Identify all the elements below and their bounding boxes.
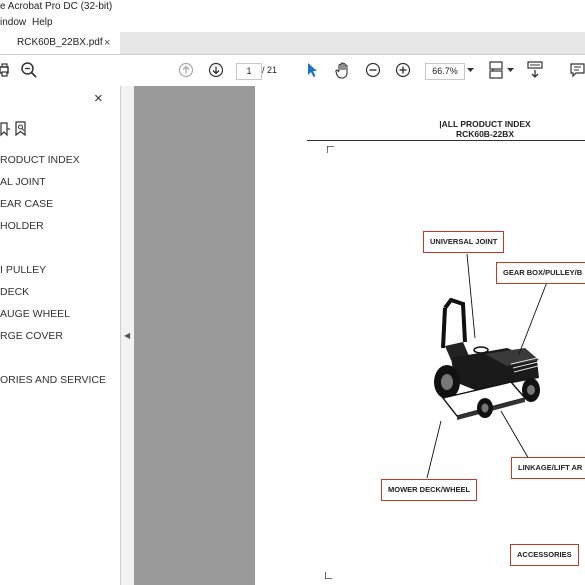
page-number-input[interactable]: 1 [236, 63, 262, 80]
bookmark-pulley[interactable]: I PULLEY [0, 264, 46, 276]
pdf-page: |ALL PRODUCT INDEX RCK60B-22BX UNIVERSAL… [255, 86, 585, 585]
previous-page-icon[interactable] [177, 61, 195, 79]
menu-bar: indow Help [0, 14, 585, 32]
menu-help[interactable]: Help [32, 14, 53, 32]
bookmark-holder[interactable]: HOLDER [0, 220, 44, 232]
window-title: e Acrobat Pro DC (32-bit) [0, 1, 113, 12]
bookmark-find-icon[interactable] [14, 121, 30, 137]
callout-universal-joint[interactable]: UNIVERSAL JOINT [423, 231, 505, 253]
document-viewer[interactable]: |ALL PRODUCT INDEX RCK60B-22BX UNIVERSAL… [134, 86, 585, 585]
panel-close-icon[interactable]: × [94, 90, 103, 108]
page-layout-icon[interactable] [487, 61, 505, 79]
bookmark-options-icon[interactable] [0, 121, 10, 137]
zoom-search-icon[interactable] [20, 61, 38, 79]
print-icon[interactable] [0, 61, 10, 79]
zoom-in-icon[interactable] [394, 61, 412, 79]
callout-accessories[interactable]: ACCESSORIES [510, 544, 579, 566]
bookmark-gear-case[interactable]: EAR CASE [0, 198, 53, 210]
select-cursor-icon[interactable] [305, 61, 319, 79]
bookmark-product-index[interactable]: RODUCT INDEX [0, 154, 80, 166]
bookmark-universal-joint[interactable]: AL JOINT [0, 176, 46, 188]
comment-icon[interactable] [570, 61, 585, 79]
bookmark-deck[interactable]: DECK [0, 286, 29, 298]
zoom-level-input[interactable]: 66.7% [425, 63, 465, 80]
bookmark-discharge-cover[interactable]: RGE COVER [0, 330, 63, 342]
callout-mower-deck[interactable]: MOWER DECK/WHEEL [381, 479, 478, 501]
bookmark-gauge-wheel[interactable]: AUGE WHEEL [0, 308, 70, 320]
tab-bar: RCK60B_22BX.pdf × [0, 32, 585, 55]
callout-gear-box[interactable]: GEAR BOX/PULLEY/B [496, 262, 585, 284]
hand-tool-icon[interactable] [334, 61, 352, 79]
page-total: / 21 [262, 65, 278, 75]
zoom-out-icon[interactable] [364, 61, 382, 79]
toolbar: 1 / 21 66.7% [0, 55, 585, 87]
scroll-mode-icon[interactable] [526, 61, 544, 79]
bookmarks-panel: × RODUCT INDEX AL JOINT EAR CASE HOLDER … [0, 86, 121, 585]
layout-dropdown-icon[interactable] [506, 61, 514, 79]
document-tab-label: RCK60B_22BX.pdf [17, 37, 103, 48]
callout-leader-lines [426, 253, 548, 479]
collapse-arrow-icon: ◀ [124, 331, 131, 340]
zoom-dropdown-icon[interactable] [466, 61, 474, 79]
document-tab[interactable]: RCK60B_22BX.pdf × [0, 32, 120, 54]
callout-linkage[interactable]: LINKAGE/LIFT AR [511, 457, 585, 479]
menu-window[interactable]: indow [0, 14, 26, 32]
tab-close-icon[interactable]: × [104, 32, 110, 54]
bookmark-accessories-service[interactable]: ORIES AND SERVICE [0, 374, 106, 386]
next-page-icon[interactable] [207, 61, 225, 79]
panel-collapse-handle[interactable]: ◀ [121, 86, 135, 585]
title-bar: e Acrobat Pro DC (32-bit) [0, 0, 585, 14]
